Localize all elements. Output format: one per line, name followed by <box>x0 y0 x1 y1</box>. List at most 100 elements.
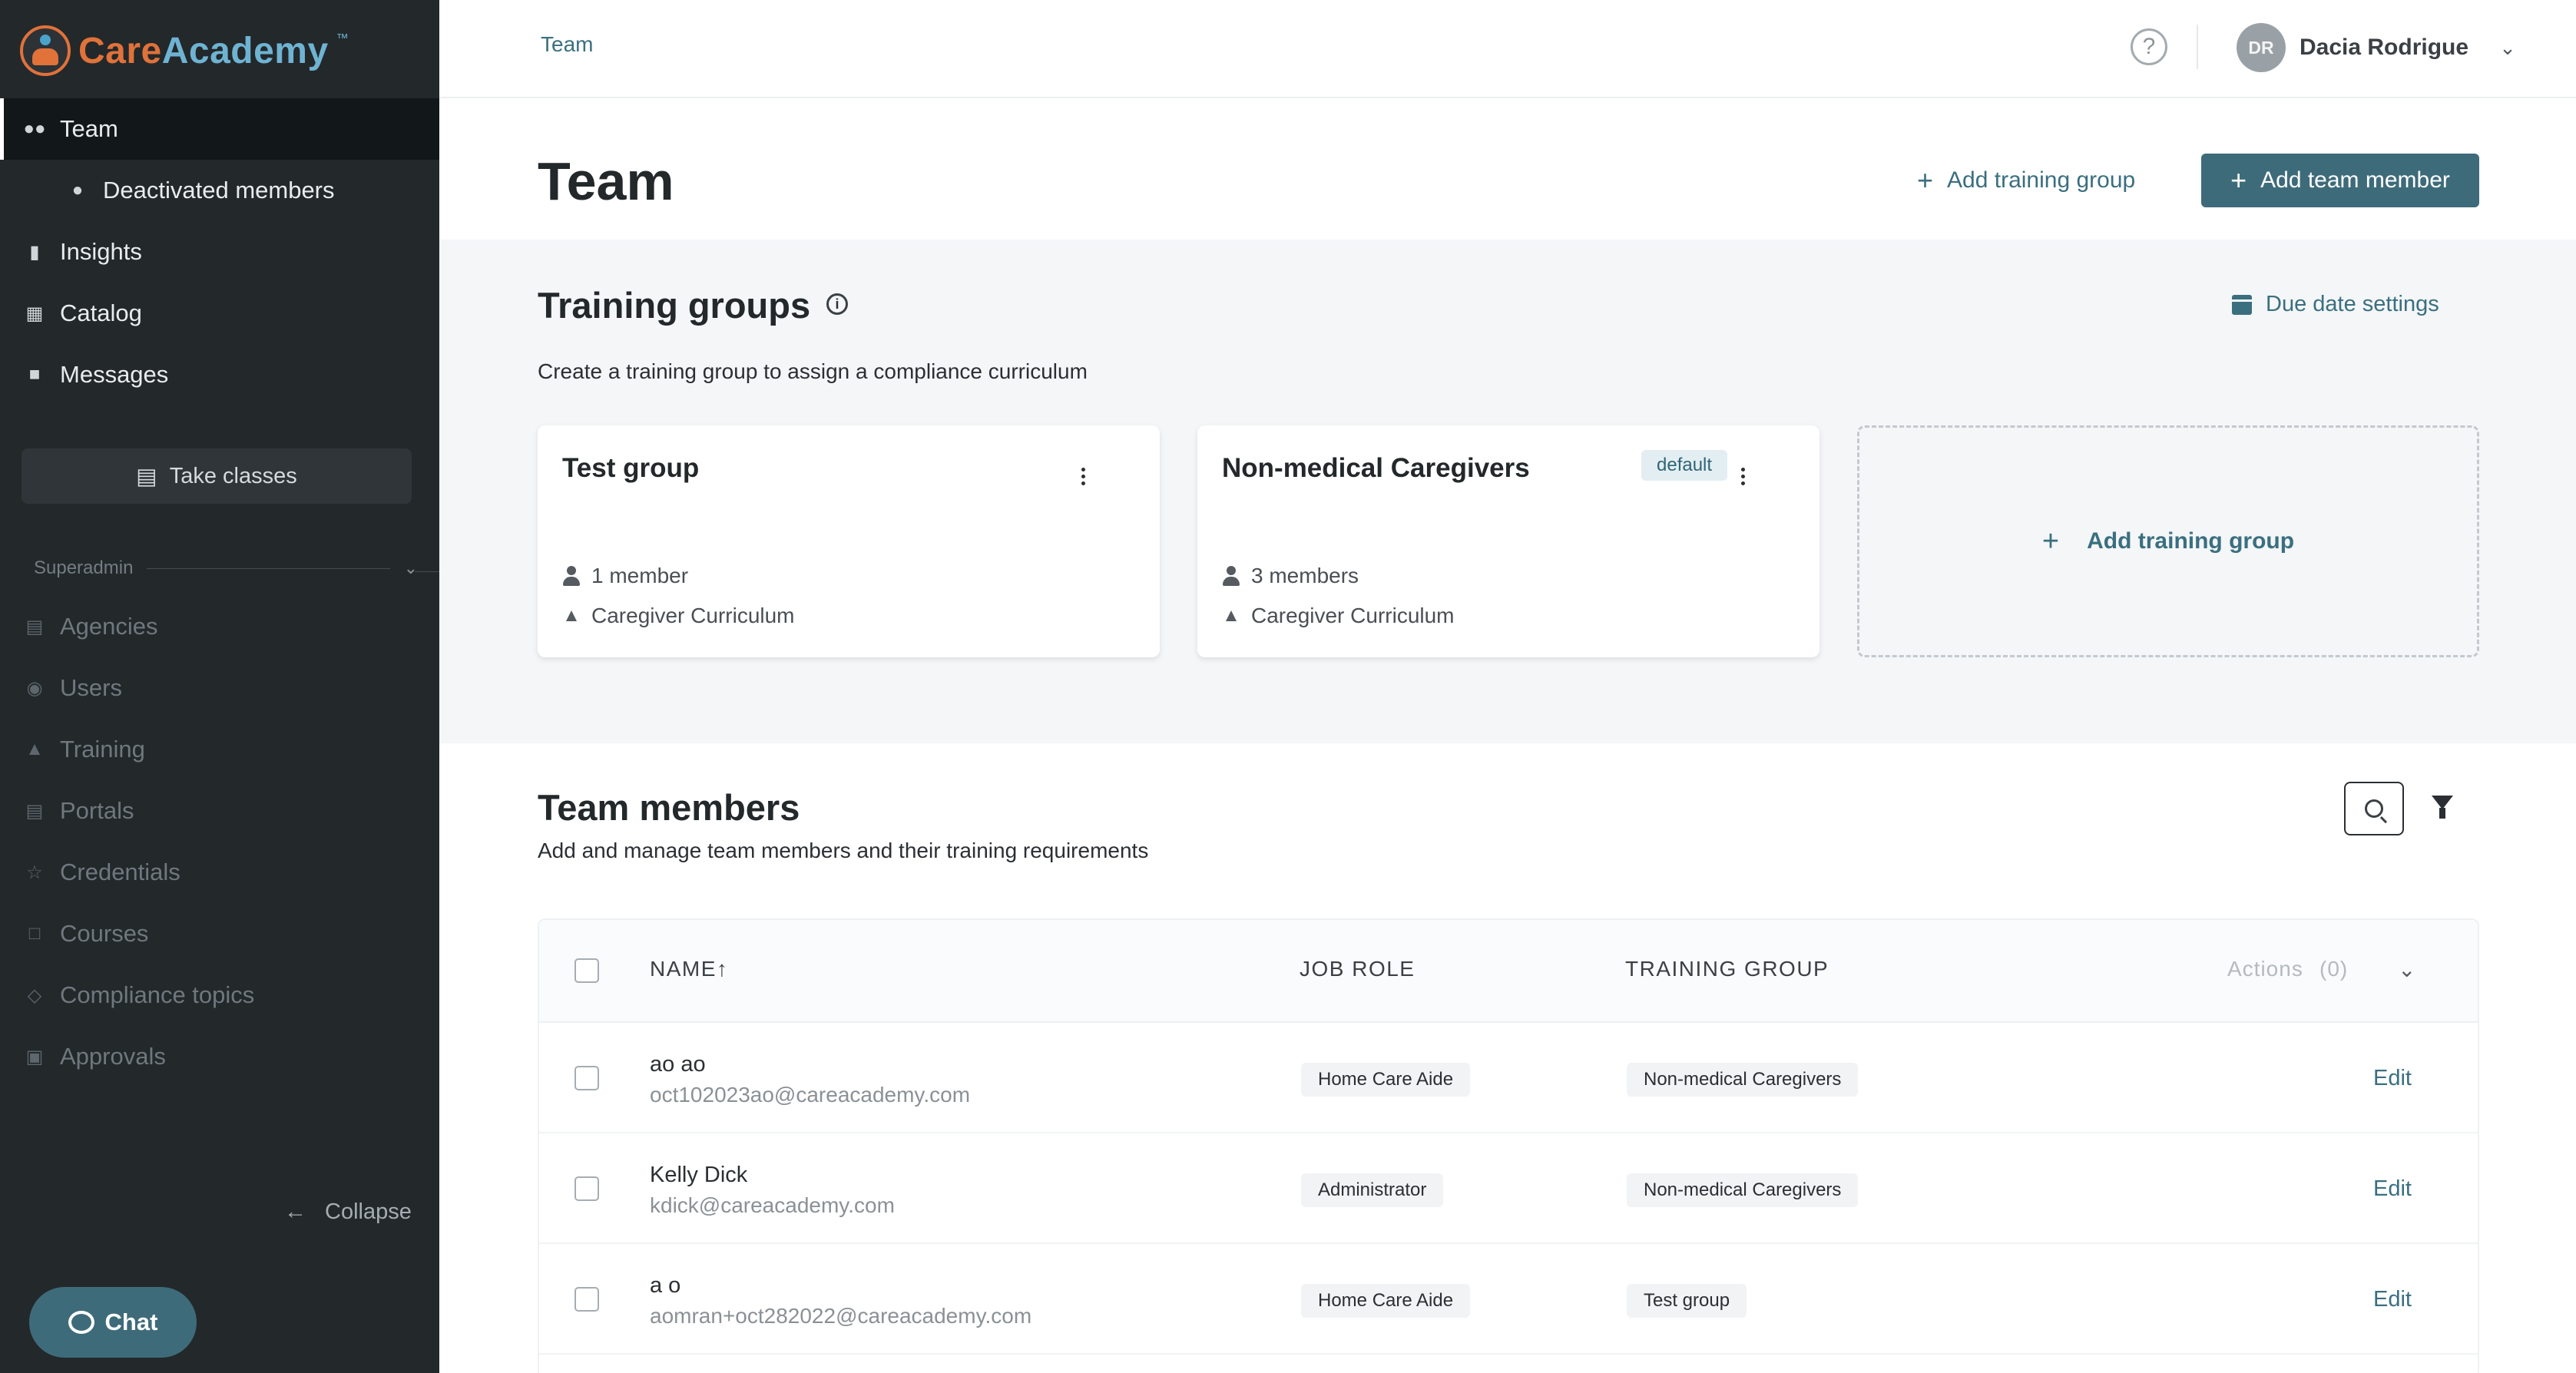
sidebar-item-label: Compliance topics <box>60 981 255 1008</box>
column-header-training-group: TRAINING GROUP <box>1625 957 1829 981</box>
person-icon <box>1222 566 1240 586</box>
sidebar: CareAcademy ™ ●● Team ● Deactivated memb… <box>0 0 439 1373</box>
job-role-tag: Administrator <box>1301 1173 1444 1207</box>
divider <box>2197 25 2198 69</box>
edit-link[interactable]: Edit <box>2373 1287 2412 1312</box>
main-content: Team ? DR Dacia Rodrigue ⌄ Team + Add tr… <box>439 0 2576 1373</box>
table-row[interactable]: Kelly Dick kdick@careacademy.com Adminis… <box>539 1133 2478 1244</box>
sidebar-item-approvals[interactable]: ▣ Approvals <box>0 1026 439 1087</box>
button-label: Add training group <box>1947 167 2136 193</box>
member-name: ao ao <box>650 1052 706 1077</box>
graduation-cap-icon: ▲ <box>25 739 44 759</box>
button-label: Add team member <box>2260 167 2450 193</box>
chat-button[interactable]: Chat <box>29 1287 197 1358</box>
actions-dropdown-label[interactable]: Actions <box>2227 957 2303 981</box>
collapse-label: Collapse <box>325 1199 412 1224</box>
row-checkbox[interactable] <box>574 1287 599 1312</box>
sidebar-item-label: Messages <box>60 361 169 388</box>
edit-link[interactable]: Edit <box>2373 1066 2412 1091</box>
sidebar-item-label: Insights <box>60 238 142 265</box>
avatar: DR <box>2237 23 2286 72</box>
column-header-name[interactable]: NAME↑ <box>650 957 728 981</box>
sidebar-item-agencies[interactable]: ▤ Agencies <box>0 596 439 657</box>
training-group-card[interactable]: Test group 1 member ▲ Caregiver Curricul… <box>538 425 1160 657</box>
sidebar-item-courses[interactable]: □ Courses <box>0 903 439 964</box>
add-training-group-card[interactable]: + Add training group <box>1857 425 2479 657</box>
sidebar-item-credentials[interactable]: ☆ Credentials <box>0 842 439 903</box>
chevron-down-icon[interactable]: ⌄ <box>2398 957 2417 982</box>
job-role-tag: Home Care Aide <box>1301 1063 1471 1097</box>
job-role-tag: Home Care Aide <box>1301 1284 1471 1318</box>
search-button[interactable] <box>2344 782 2404 835</box>
sidebar-item-portals[interactable]: ▤ Portals <box>0 780 439 842</box>
select-all-checkbox[interactable] <box>574 958 599 983</box>
training-group-tag: Test group <box>1627 1284 1747 1318</box>
more-options-icon[interactable] <box>1075 461 1091 491</box>
column-header-job-role: JOB ROLE <box>1300 957 1415 981</box>
graduation-cap-icon: ▲ <box>1222 605 1240 626</box>
breadcrumb[interactable]: Team <box>541 32 593 57</box>
plus-icon: + <box>2230 164 2247 196</box>
person-icon <box>562 566 581 586</box>
add-training-group-button[interactable]: + Add training group <box>1917 164 2135 197</box>
table-row[interactable]: a o aomran+oct282022@careacademy.com Hom… <box>539 1244 2478 1355</box>
person-icon: ● <box>71 180 84 200</box>
training-group-card[interactable]: Non-medical Caregivers default 3 members… <box>1197 425 1819 657</box>
sidebar-item-users[interactable]: ◉ Users <box>0 657 439 719</box>
sidebar-item-training[interactable]: ▲ Training <box>0 719 439 780</box>
graduation-cap-icon: ▲ <box>562 605 581 626</box>
take-classes-button[interactable]: ▤ Take classes <box>22 448 412 504</box>
member-count: 3 members <box>1222 564 1359 588</box>
sidebar-item-insights[interactable]: ▮ Insights <box>0 221 439 283</box>
filter-icon[interactable] <box>2432 796 2453 819</box>
table-header: NAME↑ JOB ROLE TRAINING GROUP Actions (0… <box>539 920 2478 1023</box>
take-classes-label: Take classes <box>169 463 297 488</box>
collapse-sidebar-button[interactable]: ← Collapse <box>284 1199 412 1225</box>
chat-bubble-icon <box>68 1311 94 1334</box>
careacademy-logo[interactable]: CareAcademy ™ <box>20 23 349 78</box>
sidebar-item-compliance-topics[interactable]: ◇ Compliance topics <box>0 964 439 1026</box>
team-icon: ●● <box>23 118 46 139</box>
sidebar-item-deactivated-members[interactable]: ● Deactivated members <box>0 160 439 221</box>
training-groups-section: Training groups i Due date settings Crea… <box>439 240 2576 743</box>
due-date-settings-button[interactable]: Due date settings <box>2232 292 2439 317</box>
card-title: Non-medical Caregivers <box>1222 453 1530 483</box>
sidebar-item-label: Team <box>60 115 118 142</box>
user-name: Dacia Rodrigue <box>2300 35 2469 60</box>
sidebar-item-label: Approvals <box>60 1043 166 1070</box>
sidebar-item-catalog[interactable]: ▦ Catalog <box>0 283 439 344</box>
logo-trademark: ™ <box>336 32 349 45</box>
member-email: kdick@careacademy.com <box>650 1193 895 1217</box>
sidebar-item-team[interactable]: ●● Team <box>0 98 439 160</box>
user-menu[interactable]: DR Dacia Rodrigue ⌄ <box>2237 23 2516 72</box>
bar-chart-icon: ▮ <box>29 241 40 263</box>
plus-icon: + <box>2041 524 2060 557</box>
training-group-tag: Non-medical Caregivers <box>1627 1063 1859 1097</box>
info-icon[interactable]: i <box>826 293 848 315</box>
sidebar-item-label: Credentials <box>60 859 180 885</box>
button-label: Due date settings <box>2266 292 2439 316</box>
sidebar-item-label: Training <box>60 736 145 763</box>
calendar-icon <box>2232 294 2252 315</box>
edit-link[interactable]: Edit <box>2373 1176 2412 1202</box>
sidebar-item-messages[interactable]: ■ Messages <box>0 344 439 405</box>
actions-count: (0) <box>2319 957 2349 981</box>
help-icon[interactable]: ? <box>2131 28 2167 65</box>
team-members-section: Team members Add and manage team members… <box>439 743 2576 1373</box>
clipboard-check-icon: ▣ <box>25 1046 44 1067</box>
section-title: Training groups <box>538 285 811 326</box>
arrow-left-icon: ← <box>284 1199 306 1224</box>
add-team-member-button[interactable]: + Add team member <box>2201 154 2479 207</box>
plus-icon: + <box>1917 164 1934 196</box>
sidebar-item-label: Courses <box>60 920 149 947</box>
curriculum: ▲ Caregiver Curriculum <box>1222 604 1455 627</box>
section-divider <box>415 571 439 572</box>
row-checkbox[interactable] <box>574 1176 599 1201</box>
team-members-table: NAME↑ JOB ROLE TRAINING GROUP Actions (0… <box>538 918 2479 1373</box>
table-row[interactable]: ao ao oct102023ao@careacademy.com Home C… <box>539 1023 2478 1133</box>
superadmin-section-toggle[interactable]: Superadmin ⌄ <box>34 557 418 579</box>
row-checkbox[interactable] <box>574 1066 599 1090</box>
more-options-icon[interactable] <box>1735 461 1750 491</box>
sidebar-item-label: Users <box>60 674 122 701</box>
superadmin-label: Superadmin <box>34 557 134 578</box>
